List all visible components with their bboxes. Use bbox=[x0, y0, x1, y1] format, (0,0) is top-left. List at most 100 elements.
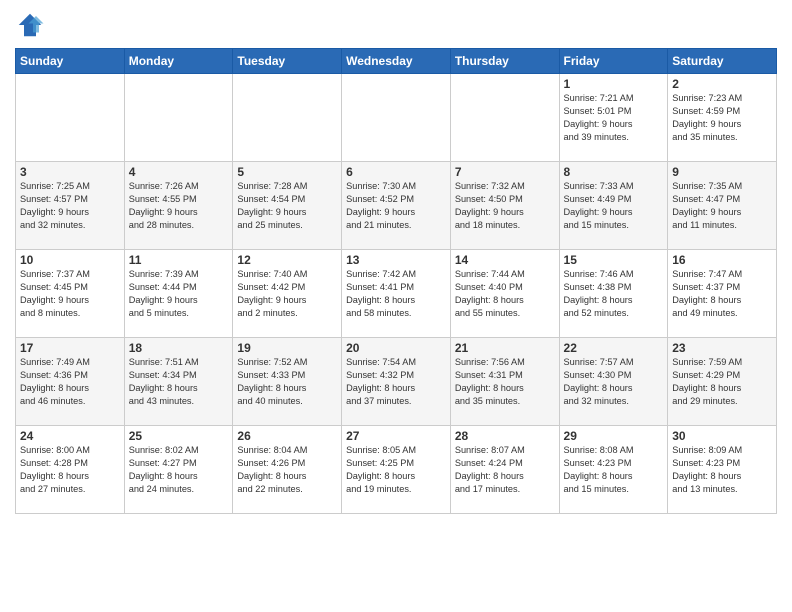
day-number: 24 bbox=[20, 429, 120, 443]
main-container: SundayMondayTuesdayWednesdayThursdayFrid… bbox=[0, 0, 792, 524]
day-info: Sunrise: 7:39 AM Sunset: 4:44 PM Dayligh… bbox=[129, 268, 229, 320]
day-info: Sunrise: 7:26 AM Sunset: 4:55 PM Dayligh… bbox=[129, 180, 229, 232]
weekday-header: Friday bbox=[559, 49, 668, 74]
logo bbox=[15, 10, 49, 40]
calendar-day-cell: 14Sunrise: 7:44 AM Sunset: 4:40 PM Dayli… bbox=[450, 250, 559, 338]
calendar-day-cell: 26Sunrise: 8:04 AM Sunset: 4:26 PM Dayli… bbox=[233, 426, 342, 514]
day-info: Sunrise: 7:35 AM Sunset: 4:47 PM Dayligh… bbox=[672, 180, 772, 232]
day-number: 19 bbox=[237, 341, 337, 355]
day-info: Sunrise: 8:09 AM Sunset: 4:23 PM Dayligh… bbox=[672, 444, 772, 496]
calendar-day-cell bbox=[450, 74, 559, 162]
logo-icon bbox=[15, 10, 45, 40]
calendar-day-cell: 13Sunrise: 7:42 AM Sunset: 4:41 PM Dayli… bbox=[342, 250, 451, 338]
calendar-header: SundayMondayTuesdayWednesdayThursdayFrid… bbox=[16, 49, 777, 74]
day-info: Sunrise: 7:54 AM Sunset: 4:32 PM Dayligh… bbox=[346, 356, 446, 408]
calendar-day-cell: 27Sunrise: 8:05 AM Sunset: 4:25 PM Dayli… bbox=[342, 426, 451, 514]
calendar-day-cell: 3Sunrise: 7:25 AM Sunset: 4:57 PM Daylig… bbox=[16, 162, 125, 250]
calendar-day-cell bbox=[233, 74, 342, 162]
day-number: 21 bbox=[455, 341, 555, 355]
day-number: 5 bbox=[237, 165, 337, 179]
day-number: 11 bbox=[129, 253, 229, 267]
day-info: Sunrise: 8:08 AM Sunset: 4:23 PM Dayligh… bbox=[564, 444, 664, 496]
calendar-day-cell: 30Sunrise: 8:09 AM Sunset: 4:23 PM Dayli… bbox=[668, 426, 777, 514]
calendar-week-row: 17Sunrise: 7:49 AM Sunset: 4:36 PM Dayli… bbox=[16, 338, 777, 426]
calendar-day-cell: 11Sunrise: 7:39 AM Sunset: 4:44 PM Dayli… bbox=[124, 250, 233, 338]
day-number: 1 bbox=[564, 77, 664, 91]
day-number: 4 bbox=[129, 165, 229, 179]
day-number: 17 bbox=[20, 341, 120, 355]
calendar-day-cell: 20Sunrise: 7:54 AM Sunset: 4:32 PM Dayli… bbox=[342, 338, 451, 426]
calendar-day-cell: 19Sunrise: 7:52 AM Sunset: 4:33 PM Dayli… bbox=[233, 338, 342, 426]
calendar-day-cell: 23Sunrise: 7:59 AM Sunset: 4:29 PM Dayli… bbox=[668, 338, 777, 426]
weekday-header: Tuesday bbox=[233, 49, 342, 74]
day-number: 3 bbox=[20, 165, 120, 179]
day-number: 6 bbox=[346, 165, 446, 179]
calendar-week-row: 10Sunrise: 7:37 AM Sunset: 4:45 PM Dayli… bbox=[16, 250, 777, 338]
calendar-day-cell: 16Sunrise: 7:47 AM Sunset: 4:37 PM Dayli… bbox=[668, 250, 777, 338]
calendar-day-cell: 22Sunrise: 7:57 AM Sunset: 4:30 PM Dayli… bbox=[559, 338, 668, 426]
calendar-day-cell bbox=[342, 74, 451, 162]
day-info: Sunrise: 7:44 AM Sunset: 4:40 PM Dayligh… bbox=[455, 268, 555, 320]
day-number: 22 bbox=[564, 341, 664, 355]
calendar-week-row: 1Sunrise: 7:21 AM Sunset: 5:01 PM Daylig… bbox=[16, 74, 777, 162]
calendar-day-cell: 4Sunrise: 7:26 AM Sunset: 4:55 PM Daylig… bbox=[124, 162, 233, 250]
day-number: 18 bbox=[129, 341, 229, 355]
calendar-day-cell: 5Sunrise: 7:28 AM Sunset: 4:54 PM Daylig… bbox=[233, 162, 342, 250]
day-number: 13 bbox=[346, 253, 446, 267]
calendar-body: 1Sunrise: 7:21 AM Sunset: 5:01 PM Daylig… bbox=[16, 74, 777, 514]
day-number: 25 bbox=[129, 429, 229, 443]
day-number: 7 bbox=[455, 165, 555, 179]
weekday-header: Saturday bbox=[668, 49, 777, 74]
day-number: 14 bbox=[455, 253, 555, 267]
day-info: Sunrise: 8:00 AM Sunset: 4:28 PM Dayligh… bbox=[20, 444, 120, 496]
day-number: 8 bbox=[564, 165, 664, 179]
day-info: Sunrise: 7:33 AM Sunset: 4:49 PM Dayligh… bbox=[564, 180, 664, 232]
weekday-header: Sunday bbox=[16, 49, 125, 74]
calendar-day-cell: 25Sunrise: 8:02 AM Sunset: 4:27 PM Dayli… bbox=[124, 426, 233, 514]
day-info: Sunrise: 7:42 AM Sunset: 4:41 PM Dayligh… bbox=[346, 268, 446, 320]
day-info: Sunrise: 7:40 AM Sunset: 4:42 PM Dayligh… bbox=[237, 268, 337, 320]
calendar-day-cell: 21Sunrise: 7:56 AM Sunset: 4:31 PM Dayli… bbox=[450, 338, 559, 426]
day-info: Sunrise: 7:30 AM Sunset: 4:52 PM Dayligh… bbox=[346, 180, 446, 232]
day-number: 26 bbox=[237, 429, 337, 443]
calendar-day-cell: 15Sunrise: 7:46 AM Sunset: 4:38 PM Dayli… bbox=[559, 250, 668, 338]
day-number: 28 bbox=[455, 429, 555, 443]
calendar-day-cell: 24Sunrise: 8:00 AM Sunset: 4:28 PM Dayli… bbox=[16, 426, 125, 514]
day-info: Sunrise: 7:21 AM Sunset: 5:01 PM Dayligh… bbox=[564, 92, 664, 144]
day-info: Sunrise: 7:57 AM Sunset: 4:30 PM Dayligh… bbox=[564, 356, 664, 408]
calendar-day-cell: 29Sunrise: 8:08 AM Sunset: 4:23 PM Dayli… bbox=[559, 426, 668, 514]
calendar-day-cell: 8Sunrise: 7:33 AM Sunset: 4:49 PM Daylig… bbox=[559, 162, 668, 250]
calendar-day-cell: 18Sunrise: 7:51 AM Sunset: 4:34 PM Dayli… bbox=[124, 338, 233, 426]
day-info: Sunrise: 7:32 AM Sunset: 4:50 PM Dayligh… bbox=[455, 180, 555, 232]
calendar-day-cell: 12Sunrise: 7:40 AM Sunset: 4:42 PM Dayli… bbox=[233, 250, 342, 338]
weekday-header: Wednesday bbox=[342, 49, 451, 74]
day-info: Sunrise: 7:49 AM Sunset: 4:36 PM Dayligh… bbox=[20, 356, 120, 408]
calendar-day-cell: 10Sunrise: 7:37 AM Sunset: 4:45 PM Dayli… bbox=[16, 250, 125, 338]
day-info: Sunrise: 7:51 AM Sunset: 4:34 PM Dayligh… bbox=[129, 356, 229, 408]
day-info: Sunrise: 7:23 AM Sunset: 4:59 PM Dayligh… bbox=[672, 92, 772, 144]
day-info: Sunrise: 8:07 AM Sunset: 4:24 PM Dayligh… bbox=[455, 444, 555, 496]
day-info: Sunrise: 7:59 AM Sunset: 4:29 PM Dayligh… bbox=[672, 356, 772, 408]
day-info: Sunrise: 8:02 AM Sunset: 4:27 PM Dayligh… bbox=[129, 444, 229, 496]
day-number: 16 bbox=[672, 253, 772, 267]
calendar-week-row: 3Sunrise: 7:25 AM Sunset: 4:57 PM Daylig… bbox=[16, 162, 777, 250]
calendar-day-cell: 28Sunrise: 8:07 AM Sunset: 4:24 PM Dayli… bbox=[450, 426, 559, 514]
day-number: 2 bbox=[672, 77, 772, 91]
day-number: 23 bbox=[672, 341, 772, 355]
weekday-header: Monday bbox=[124, 49, 233, 74]
day-number: 27 bbox=[346, 429, 446, 443]
calendar-day-cell: 6Sunrise: 7:30 AM Sunset: 4:52 PM Daylig… bbox=[342, 162, 451, 250]
day-info: Sunrise: 8:04 AM Sunset: 4:26 PM Dayligh… bbox=[237, 444, 337, 496]
calendar-day-cell bbox=[124, 74, 233, 162]
weekday-header: Thursday bbox=[450, 49, 559, 74]
day-number: 30 bbox=[672, 429, 772, 443]
day-number: 20 bbox=[346, 341, 446, 355]
header bbox=[15, 10, 777, 40]
day-info: Sunrise: 7:28 AM Sunset: 4:54 PM Dayligh… bbox=[237, 180, 337, 232]
weekday-row: SundayMondayTuesdayWednesdayThursdayFrid… bbox=[16, 49, 777, 74]
calendar-day-cell: 9Sunrise: 7:35 AM Sunset: 4:47 PM Daylig… bbox=[668, 162, 777, 250]
day-info: Sunrise: 7:56 AM Sunset: 4:31 PM Dayligh… bbox=[455, 356, 555, 408]
day-info: Sunrise: 7:47 AM Sunset: 4:37 PM Dayligh… bbox=[672, 268, 772, 320]
day-info: Sunrise: 7:25 AM Sunset: 4:57 PM Dayligh… bbox=[20, 180, 120, 232]
day-number: 9 bbox=[672, 165, 772, 179]
